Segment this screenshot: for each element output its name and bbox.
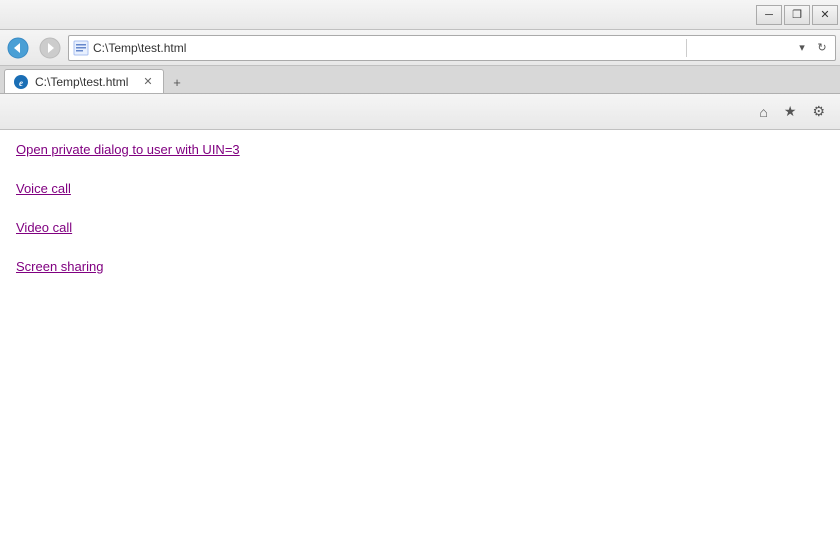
new-tab-button[interactable]: + [166, 71, 188, 93]
tab-label: C:\Temp\test.html [35, 75, 135, 89]
link-open-private-dialog[interactable]: Open private dialog to user with UIN=3 [16, 142, 824, 157]
address-bar[interactable]: C:\Temp\test.html ▾ ↻ [68, 35, 836, 61]
tab-favicon-icon: e [13, 74, 29, 90]
nav-bar: C:\Temp\test.html ▾ ↻ [0, 30, 840, 66]
search-input[interactable] [691, 41, 791, 55]
active-tab[interactable]: e C:\Temp\test.html ✕ [4, 69, 164, 93]
search-dropdown-btn[interactable]: ▾ [793, 39, 811, 57]
link-screen-sharing[interactable]: Screen sharing [16, 259, 824, 274]
favorites-button[interactable]: ★ [777, 99, 804, 125]
forward-button[interactable] [36, 35, 64, 61]
forward-icon [39, 37, 61, 59]
links-container: Open private dialog to user with UIN=3 Vo… [16, 142, 824, 274]
svg-text:e: e [19, 78, 23, 88]
link-video-call[interactable]: Video call [16, 220, 824, 235]
title-bar-buttons: ─ ❐ ✕ [754, 5, 838, 25]
link-voice-call[interactable]: Voice call [16, 181, 824, 196]
home-button[interactable]: ⌂ [752, 99, 774, 125]
close-button[interactable]: ✕ [812, 5, 838, 25]
address-text: C:\Temp\test.html [93, 41, 682, 55]
back-button[interactable] [4, 35, 32, 61]
title-bar: ─ ❐ ✕ [0, 0, 840, 30]
page-icon [73, 40, 89, 56]
content-area: Open private dialog to user with UIN=3 Vo… [0, 130, 840, 556]
address-search-area: ▾ ↻ [686, 39, 831, 57]
refresh-btn[interactable]: ↻ [813, 39, 831, 57]
settings-button[interactable]: ⚙ [805, 99, 832, 125]
minimize-button[interactable]: ─ [756, 5, 782, 25]
restore-button[interactable]: ❐ [784, 5, 810, 25]
toolbar: ⌂ ★ ⚙ [0, 94, 840, 130]
tab-close-button[interactable]: ✕ [141, 75, 155, 89]
tab-bar: e C:\Temp\test.html ✕ + [0, 66, 840, 94]
back-icon [7, 37, 29, 59]
